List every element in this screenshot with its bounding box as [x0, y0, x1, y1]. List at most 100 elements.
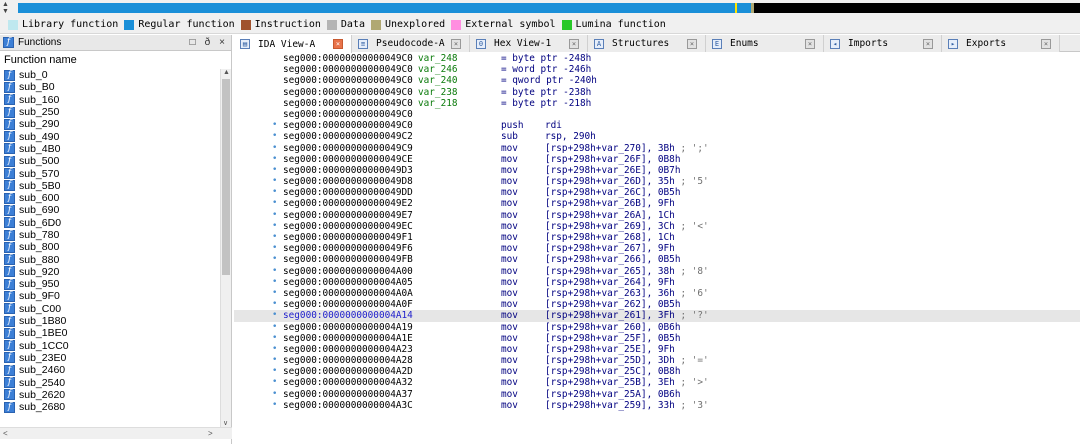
disasm-line[interactable]: seg000:00000000000049C0 [234, 109, 1080, 120]
function-list-item[interactable]: f sub_500 [0, 155, 220, 167]
stack-var-name[interactable]: var_238 [418, 87, 458, 98]
instruction-operands[interactable]: [rsp+298h+var_267], 9Fh [545, 243, 675, 254]
breakpoint-dot-icon[interactable]: • [272, 377, 277, 388]
function-list-item[interactable]: f sub_0 [0, 69, 220, 81]
function-list-item[interactable]: f sub_780 [0, 229, 220, 241]
breakpoint-dot-icon[interactable]: • [272, 355, 277, 366]
breakpoint-dot-icon[interactable]: • [272, 254, 277, 265]
scroll-right-icon[interactable]: > [208, 429, 213, 438]
instruction-operands[interactable]: [rsp+298h+var_25B], 3Eh ; '>' [545, 377, 709, 388]
breakpoint-dot-icon[interactable]: • [272, 322, 277, 333]
nav-band-unexplored-region[interactable] [754, 3, 1080, 13]
function-list-item[interactable]: f sub_2620 [0, 389, 220, 401]
function-list-item[interactable]: f sub_2540 [0, 376, 220, 389]
instruction-operands[interactable]: [rsp+298h+var_261], 3Fh ; '?' [545, 310, 709, 321]
tab-close-icon[interactable]: × [687, 38, 697, 49]
function-list-item[interactable]: f sub_B0 [0, 81, 220, 93]
disasm-line[interactable]: • seg000:0000000000004A2D mov [rsp+298h+var… [234, 366, 1080, 377]
disasm-line[interactable]: • seg000:0000000000004A19 mov [rsp+298h+var… [234, 322, 1080, 333]
tab-close-icon[interactable]: × [805, 38, 815, 49]
breakpoint-dot-icon[interactable]: • [272, 310, 277, 321]
disasm-line[interactable]: • seg000:00000000000049F6 mov [rsp+298h+var… [234, 243, 1080, 254]
instruction-operands[interactable]: [rsp+298h+var_266], 0B5h [545, 254, 680, 265]
disasm-line[interactable]: • seg000:00000000000049D3 mov [rsp+298h+var… [234, 165, 1080, 176]
tab-close-icon[interactable]: × [333, 39, 343, 49]
function-list-item[interactable]: f sub_920 [0, 266, 220, 278]
function-list-item[interactable]: f sub_1CC0 [0, 340, 220, 352]
tab-imports[interactable]: ◂ Imports × [824, 35, 942, 52]
nav-scroll-arrows-icon[interactable]: ▲ ▼ [2, 1, 14, 15]
disasm-line[interactable]: • seg000:00000000000049CE mov [rsp+298h+var… [234, 154, 1080, 165]
function-list-item[interactable]: f sub_950 [0, 278, 220, 290]
instruction-operands[interactable]: [rsp+298h+var_26D], 35h ; '5' [545, 176, 709, 187]
breakpoint-dot-icon[interactable]: • [272, 198, 277, 209]
tab-exports[interactable]: ▸ Exports × [942, 35, 1060, 52]
breakpoint-dot-icon[interactable]: • [272, 143, 277, 154]
instruction-operands[interactable]: [rsp+298h+var_25F], 0B5h [545, 333, 680, 344]
disasm-line[interactable]: seg000:00000000000049C0 var_238 = byte ptr… [234, 87, 1080, 98]
breakpoint-dot-icon[interactable]: • [272, 366, 277, 377]
disasm-line[interactable]: • seg000:0000000000004A14 mov [rsp+298h+var… [234, 310, 1080, 322]
function-list-item[interactable]: f sub_23E0 [0, 352, 220, 364]
scroll-left-icon[interactable]: < [3, 429, 8, 438]
breakpoint-dot-icon[interactable]: • [272, 344, 277, 355]
disasm-line[interactable]: • seg000:0000000000004A23 mov [rsp+298h+var… [234, 344, 1080, 355]
disasm-line[interactable]: • seg000:00000000000049DD mov [rsp+298h+var… [234, 187, 1080, 198]
instruction-operands[interactable]: [rsp+298h+var_26F], 0B8h [545, 154, 680, 165]
tab-close-icon[interactable]: × [569, 38, 579, 49]
function-list-item[interactable]: f sub_880 [0, 253, 220, 266]
instruction-operands[interactable]: [rsp+298h+var_25A], 0B6h [545, 389, 680, 400]
disasm-line[interactable]: • seg000:0000000000004A0A mov [rsp+298h+var… [234, 288, 1080, 299]
instruction-operands[interactable]: [rsp+298h+var_268], 1Ch [545, 232, 675, 243]
instruction-operands[interactable]: [rsp+298h+var_260], 0B6h [545, 322, 680, 333]
function-list-item[interactable]: f sub_5B0 [0, 180, 220, 192]
breakpoint-dot-icon[interactable]: • [272, 389, 277, 400]
instruction-operands[interactable]: rsp, 290h [545, 131, 596, 142]
tab-close-icon[interactable]: × [1041, 38, 1051, 49]
function-list-item[interactable]: f sub_600 [0, 192, 220, 204]
disasm-line[interactable]: • seg000:0000000000004A1E mov [rsp+298h+var… [234, 333, 1080, 344]
disasm-line[interactable]: • seg000:00000000000049EC mov [rsp+298h+var… [234, 221, 1080, 232]
breakpoint-dot-icon[interactable]: • [272, 154, 277, 165]
scroll-down-icon[interactable]: ∨ [223, 419, 228, 427]
breakpoint-dot-icon[interactable]: • [272, 243, 277, 254]
disasm-line[interactable]: seg000:00000000000049C0 var_218 = byte ptr… [234, 98, 1080, 109]
instruction-operands[interactable]: [rsp+298h+var_26C], 0B5h [545, 187, 680, 198]
stack-var-name[interactable]: var_240 [418, 75, 458, 86]
stack-var-name[interactable]: var_248 [418, 53, 458, 64]
tab-structures[interactable]: A Structures × [588, 35, 706, 52]
restore-icon[interactable]: □ [190, 37, 196, 48]
breakpoint-dot-icon[interactable]: • [272, 266, 277, 277]
instruction-operands[interactable]: [rsp+298h+var_25E], 9Fh [545, 344, 675, 355]
breakpoint-dot-icon[interactable]: • [272, 400, 277, 411]
disasm-line[interactable]: • seg000:00000000000049C9 mov [rsp+298h+var… [234, 143, 1080, 154]
tab-hex-view-1[interactable]: 0 Hex View-1 × [470, 35, 588, 52]
disasm-line[interactable]: • seg000:0000000000004A0F mov [rsp+298h+var… [234, 299, 1080, 310]
function-list-item[interactable]: f sub_690 [0, 204, 220, 216]
function-list-item[interactable]: f sub_6D0 [0, 217, 220, 229]
disasm-line[interactable]: • seg000:00000000000049F1 mov [rsp+298h+var… [234, 232, 1080, 243]
scrollbar-thumb[interactable] [222, 79, 230, 275]
functions-vertical-scrollbar[interactable]: ▲ ∨ [220, 69, 231, 427]
instruction-operands[interactable]: [rsp+298h+var_264], 9Fh [545, 277, 675, 288]
function-list-item[interactable]: f sub_9F0 [0, 290, 220, 302]
nav-band-regular-code[interactable] [18, 3, 754, 13]
function-list-item[interactable]: f sub_290 [0, 118, 220, 130]
stack-var-name[interactable]: var_218 [418, 98, 458, 109]
disasm-line[interactable]: seg000:00000000000049C0 var_240 = qword pt… [234, 75, 1080, 86]
scroll-up-icon[interactable]: ▲ [223, 69, 230, 76]
disasm-line[interactable]: • seg000:0000000000004A28 mov [rsp+298h+var… [234, 355, 1080, 366]
disasm-line[interactable]: • seg000:00000000000049FB mov [rsp+298h+var… [234, 254, 1080, 265]
tab-pseudocode-a[interactable]: ≡ Pseudocode-A × [352, 35, 470, 52]
function-list-item[interactable]: f sub_C00 [0, 303, 220, 315]
close-icon[interactable]: × [219, 37, 225, 48]
function-list-item[interactable]: f sub_490 [0, 130, 220, 143]
breakpoint-dot-icon[interactable]: • [272, 277, 277, 288]
disasm-line[interactable]: • seg000:0000000000004A37 mov [rsp+298h+var… [234, 389, 1080, 400]
instruction-operands[interactable]: [rsp+298h+var_270], 3Bh ; ';' [545, 143, 709, 154]
breakpoint-dot-icon[interactable]: • [272, 333, 277, 344]
function-name-column-header[interactable]: Function name [0, 51, 231, 67]
instruction-operands[interactable]: [rsp+298h+var_26B], 9Fh [545, 198, 675, 209]
instruction-operands[interactable]: [rsp+298h+var_265], 38h ; '8' [545, 266, 709, 277]
disasm-line[interactable]: • seg000:00000000000049E2 mov [rsp+298h+var… [234, 198, 1080, 209]
